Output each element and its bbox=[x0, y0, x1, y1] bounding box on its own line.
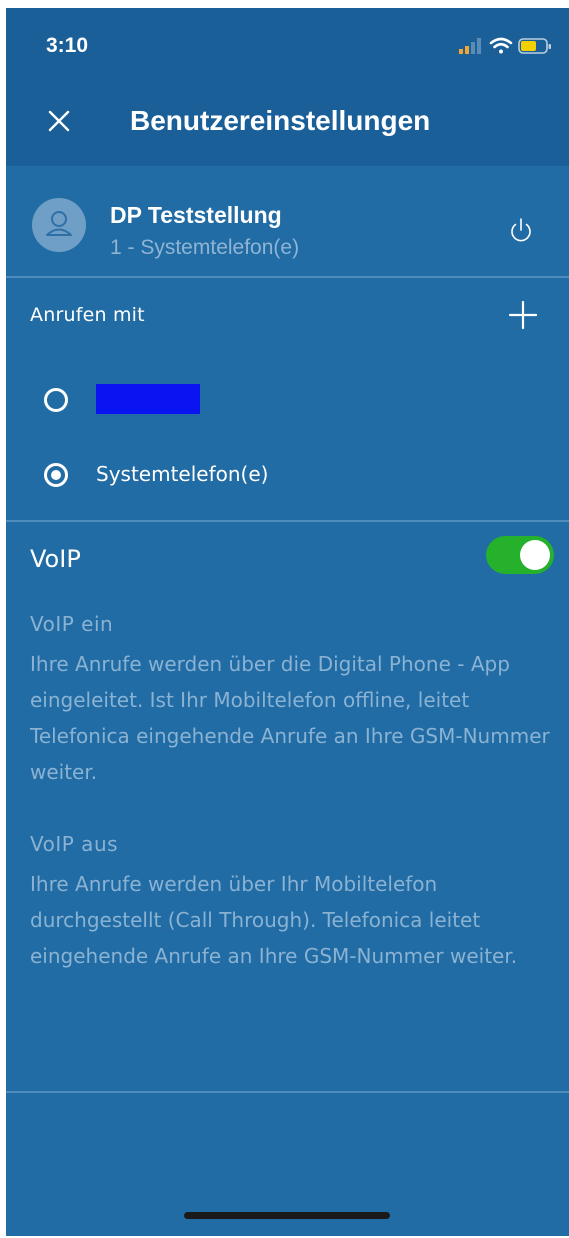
user-icon bbox=[46, 211, 72, 236]
call-option-systemtelefon[interactable]: Systemtelefon(e) bbox=[6, 451, 569, 501]
battery-icon bbox=[518, 38, 551, 54]
radio-button-selected[interactable] bbox=[44, 463, 68, 487]
voip-off-title: VoIP aus bbox=[30, 832, 119, 856]
status-time: 3:10 bbox=[46, 34, 89, 57]
settings-screen: 3:10 Benutzereinstellungen DP Teststellu… bbox=[6, 8, 569, 1236]
radio-button[interactable] bbox=[44, 388, 68, 412]
app-header: 3:10 Benutzereinstellungen bbox=[6, 8, 569, 166]
avatar bbox=[32, 198, 86, 252]
call-option-label: Systemtelefon(e) bbox=[96, 462, 269, 486]
status-icons bbox=[459, 37, 551, 54]
profile-name: DP Teststellung bbox=[110, 202, 282, 228]
signal-icon bbox=[459, 38, 481, 54]
redacted-number bbox=[96, 384, 200, 414]
power-icon[interactable] bbox=[508, 216, 534, 244]
home-indicator bbox=[184, 1212, 390, 1219]
voip-on-title: VoIP ein bbox=[30, 612, 114, 636]
divider bbox=[6, 276, 569, 278]
voip-toggle[interactable] bbox=[486, 536, 554, 574]
toggle-knob bbox=[520, 540, 550, 570]
voip-label: VoIP bbox=[30, 545, 81, 573]
profile-subtitle: 1 - Systemtelefon(e) bbox=[110, 236, 300, 259]
voip-off-text: Ihre Anrufe werden über Ihr Mobiltelefon… bbox=[30, 872, 518, 968]
add-icon[interactable] bbox=[508, 300, 538, 330]
wifi-icon bbox=[489, 37, 513, 54]
call-with-label: Anrufen mit bbox=[30, 304, 145, 326]
profile-card: DP Teststellung 1 - Systemtelefon(e) bbox=[6, 166, 569, 278]
voip-on-text: Ihre Anrufe werden über die Digital Phon… bbox=[30, 652, 550, 784]
call-option-redacted[interactable] bbox=[6, 376, 569, 426]
divider bbox=[6, 1091, 569, 1093]
close-icon[interactable] bbox=[44, 106, 74, 136]
divider bbox=[6, 520, 569, 522]
page-title: Benutzereinstellungen bbox=[130, 105, 431, 136]
